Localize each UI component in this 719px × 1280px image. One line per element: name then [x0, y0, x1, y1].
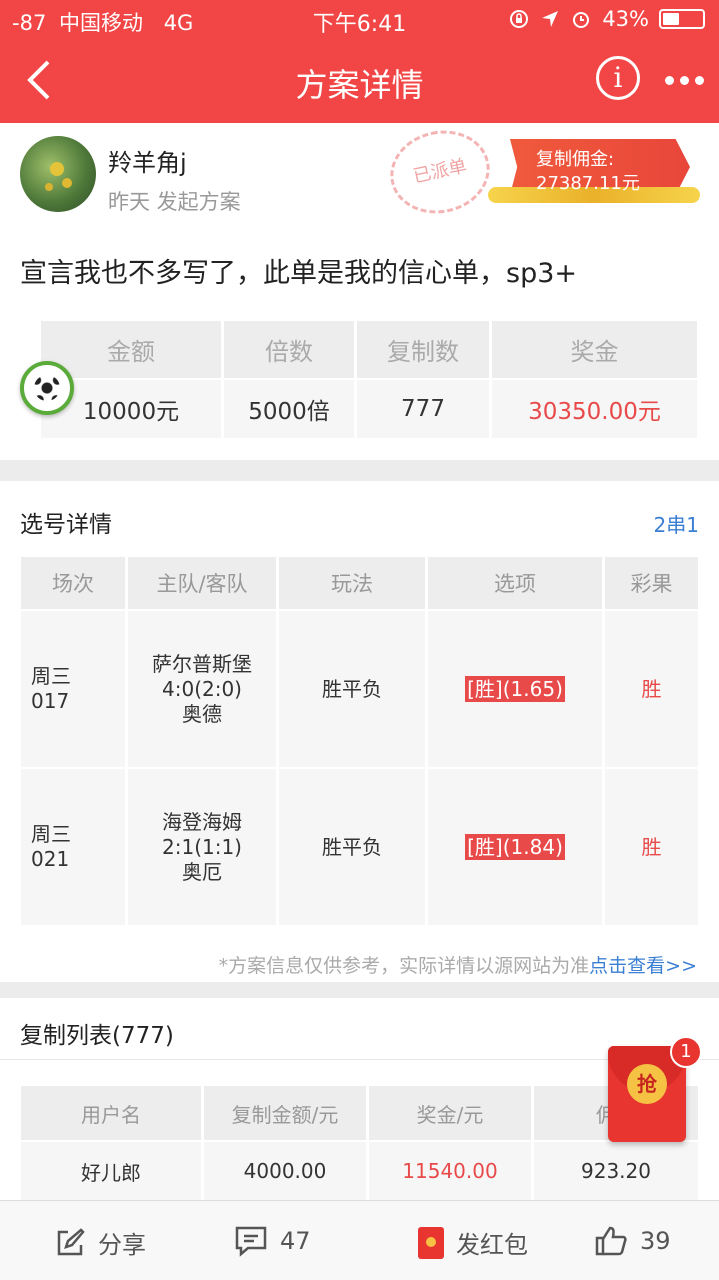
play-type: 胜平负: [279, 769, 425, 925]
grab-label: 抢: [627, 1064, 667, 1104]
match-id: 周三 017: [21, 611, 125, 767]
score: 2:1(1:1): [162, 834, 242, 859]
home-team: 海登海姆: [162, 809, 242, 834]
header-copy-amount: 复制金额/元: [204, 1086, 366, 1140]
header-pick: 选项: [428, 557, 602, 609]
copy-header-row: 用户名 复制金额/元 奖金/元 佣金: [21, 1086, 698, 1140]
away-team: 奥厄: [182, 859, 222, 884]
selection-card: 选号详情 2串1 场次 主队/客队 玩法 选项 彩果 周三 017 萨尔普斯堡 4:…: [0, 481, 719, 982]
header-copy-count: 复制数: [357, 321, 489, 378]
pick-tag: [胜](1.65): [465, 675, 565, 702]
status-bar: -87 中国移动 4G 下午6:41 43%: [0, 0, 719, 40]
away-team: 奥德: [182, 701, 222, 726]
selection-header-row: 场次 主队/客队 玩法 选项 彩果: [21, 557, 698, 609]
summary-value-row: 10000元 5000倍 777 30350.00元: [41, 380, 697, 438]
share-label: 分享: [98, 1231, 146, 1259]
more-button[interactable]: [665, 76, 704, 85]
teams: 海登海姆 2:1(1:1) 奥厄: [128, 769, 276, 925]
copy-user: 好儿郎: [21, 1142, 201, 1200]
copy-table: 用户名 复制金额/元 奖金/元 佣金 好儿郎 4000.00 11540.00 …: [18, 1084, 701, 1202]
comment-count: 47: [280, 1227, 311, 1255]
pick-tag: [胜](1.84): [465, 833, 565, 860]
dispatched-stamp: 已派单: [382, 121, 498, 223]
view-details-link[interactable]: 点击查看>>: [589, 955, 697, 977]
header-amount: 金额: [41, 321, 221, 378]
edit-share-icon: [57, 1227, 85, 1255]
like-count: 39: [640, 1227, 671, 1255]
header-result: 彩果: [605, 557, 698, 609]
copy-prize: 11540.00: [369, 1142, 531, 1200]
comments-button[interactable]: 47: [234, 1225, 311, 1257]
match-day: 周三: [31, 664, 71, 688]
disclaimer: *方案信息仅供参考，实际详情以源网站为准点击查看>>: [219, 951, 697, 978]
alarm-icon: [573, 12, 590, 28]
red-packet-badge: 1: [670, 1036, 702, 1068]
match-id: 周三 021: [21, 769, 125, 925]
commission-label: 复制佣金:: [536, 149, 615, 170]
plan-card: 羚羊角j 昨天 发起方案 已派单 复制佣金: 27387.11元 宣言我也不多写…: [0, 121, 719, 460]
header-play: 玩法: [279, 557, 425, 609]
score: 4:0(2:0): [162, 676, 242, 701]
disclaimer-text: *方案信息仅供参考，实际详情以源网站为准: [218, 955, 590, 977]
copy-commission: 923.20: [534, 1142, 698, 1200]
value-multiple: 5000倍: [224, 380, 354, 438]
commission-ribbon: 复制佣金: 27387.11元: [488, 133, 700, 211]
declaration-text: 宣言我也不多写了，此单是我的信心单，sp3+: [20, 258, 578, 289]
play-type: 胜平负: [279, 611, 425, 767]
header-teams: 主队/客队: [128, 557, 276, 609]
status-right: 43%: [508, 7, 705, 31]
nav-bar: 方案详情 i: [0, 40, 719, 123]
author-time: 昨天 发起方案: [108, 190, 241, 214]
result: 胜: [605, 611, 698, 767]
commission-value: 27387.11元: [536, 173, 640, 194]
avatar[interactable]: [20, 136, 96, 212]
value-copy-count: 777: [357, 380, 489, 438]
battery-level: [663, 13, 680, 25]
info-button[interactable]: i: [596, 56, 640, 100]
header-match: 场次: [21, 557, 125, 609]
grab-red-packet-button[interactable]: 抢 1: [608, 1036, 702, 1142]
author-name[interactable]: 羚羊角j: [108, 143, 187, 178]
header-user: 用户名: [21, 1086, 201, 1140]
result: 胜: [605, 769, 698, 925]
more-dot: [680, 76, 689, 85]
share-button[interactable]: 分享: [54, 1225, 146, 1260]
summary-header-row: 金额 倍数 复制数 奖金: [41, 321, 697, 378]
battery-icon: [659, 9, 705, 29]
home-team: 萨尔普斯堡: [152, 651, 252, 676]
table-row[interactable]: 好儿郎 4000.00 11540.00 923.20: [21, 1142, 698, 1200]
location-icon: [542, 11, 559, 27]
send-red-packet-button[interactable]: 发红包: [418, 1225, 528, 1260]
header-copy-prize: 奖金/元: [369, 1086, 531, 1140]
rotation-lock-icon: [510, 10, 529, 28]
match-num: 017: [31, 689, 70, 713]
pick-cell: [胜](1.84): [428, 769, 602, 925]
thumbs-up-icon: [595, 1226, 627, 1256]
header-prize: 奖金: [492, 321, 697, 378]
copy-amount: 4000.00: [204, 1142, 366, 1200]
pick-cell: [胜](1.65): [428, 611, 602, 767]
summary-table: 金额 倍数 复制数 奖金 10000元 5000倍 777 30350.00元: [38, 319, 700, 440]
bottom-bar: 分享 47 发红包 39: [0, 1200, 719, 1280]
like-button[interactable]: 39: [594, 1225, 671, 1257]
red-envelope-icon: [418, 1226, 444, 1259]
teams: 萨尔普斯堡 4:0(2:0) 奥德: [128, 611, 276, 767]
serial-type: 2串1: [653, 513, 699, 537]
more-dot: [665, 76, 674, 85]
comment-icon: [235, 1226, 267, 1257]
copy-list-title: 复制列表(777): [20, 1023, 174, 1049]
value-prize: 30350.00元: [492, 380, 697, 438]
selection-title: 选号详情: [20, 512, 112, 538]
match-day: 周三: [31, 822, 71, 846]
football-icon: [20, 361, 74, 415]
send-red-packet-label: 发红包: [456, 1231, 528, 1259]
table-row: 周三 021 海登海姆 2:1(1:1) 奥厄 胜平负 [胜](1.84) 胜: [21, 769, 698, 925]
more-dot: [695, 76, 704, 85]
battery-percent: 43%: [602, 7, 649, 31]
info-icon: i: [613, 61, 623, 94]
match-num: 021: [31, 847, 70, 871]
selection-table: 场次 主队/客队 玩法 选项 彩果 周三 017 萨尔普斯堡 4:0(2:0) 奥德 …: [18, 555, 701, 927]
header-multiple: 倍数: [224, 321, 354, 378]
table-row: 周三 017 萨尔普斯堡 4:0(2:0) 奥德 胜平负 [胜](1.65) 胜: [21, 611, 698, 767]
